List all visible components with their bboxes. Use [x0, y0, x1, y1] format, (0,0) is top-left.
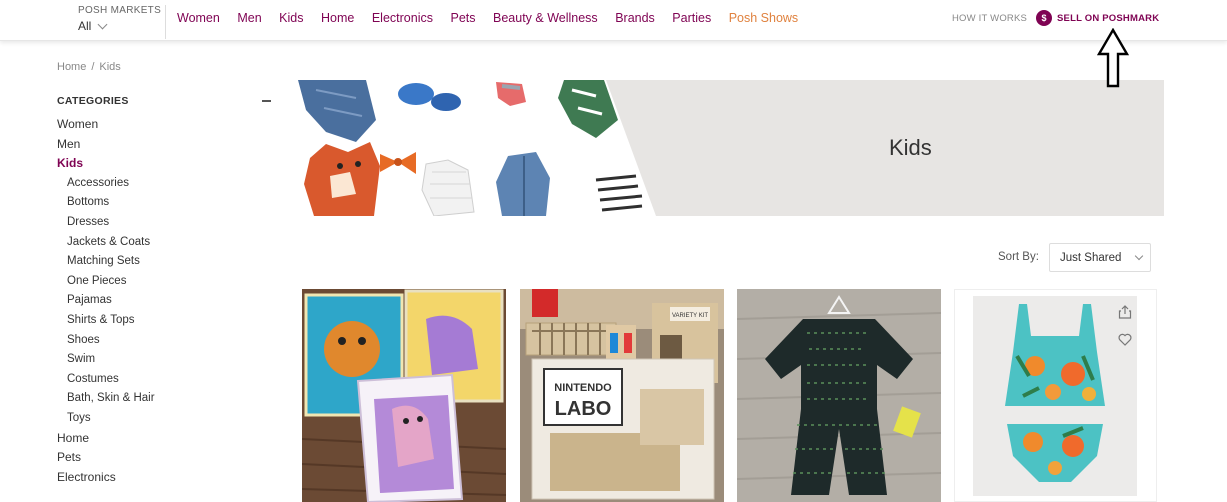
listing-card[interactable] [302, 289, 506, 502]
category-kids[interactable]: Kids [57, 154, 271, 174]
nav-beauty-wellness[interactable]: Beauty & Wellness [493, 11, 598, 25]
nav-home[interactable]: Home [321, 11, 354, 25]
category-women[interactable]: Women [57, 115, 271, 135]
banner-title: Kids [889, 135, 932, 160]
posh-markets-selector[interactable]: POSH MARKETS All [78, 5, 166, 39]
posh-markets-title: POSH MARKETS [78, 5, 162, 16]
top-header: POSH MARKETS All Women Men Kids Home Ele… [0, 0, 1227, 41]
chevron-down-icon [1134, 251, 1144, 261]
labo-box-text-top: NINTENDO [554, 382, 612, 394]
nav-kids[interactable]: Kids [279, 11, 303, 25]
subcategory-one-pieces[interactable]: One Pieces [57, 272, 271, 292]
how-it-works-link[interactable]: HOW IT WORKS [952, 13, 1027, 24]
nav-women[interactable]: Women [177, 11, 220, 25]
subcategory-costumes[interactable]: Costumes [57, 370, 271, 390]
breadcrumb-separator: / [91, 61, 95, 73]
nav-electronics[interactable]: Electronics [372, 11, 433, 25]
pajama-set-photo [737, 289, 941, 502]
labo-box-badge: VARIETY KIT [672, 313, 708, 319]
labo-box-text-main: LABO [555, 398, 612, 420]
sell-on-poshmark-button[interactable]: $ SELL ON POSHMARK [1036, 10, 1159, 26]
nav-pets[interactable]: Pets [450, 11, 475, 25]
breadcrumb: Home / Kids [57, 61, 126, 73]
category-pets[interactable]: Pets [57, 448, 271, 468]
nintendo-labo-box-photo: NINTENDO LABO VARIETY KIT [520, 289, 724, 502]
heart-icon[interactable] [1116, 330, 1134, 348]
listing-card[interactable]: NINTENDO LABO VARIETY KIT [520, 289, 724, 502]
chevron-down-icon [97, 19, 108, 29]
category-electronics[interactable]: Electronics [57, 468, 271, 488]
breadcrumb-current: Kids [99, 61, 121, 73]
floral-swimsuit-photo [973, 296, 1137, 496]
subcategory-bottoms[interactable]: Bottoms [57, 193, 271, 213]
subcategory-pajamas[interactable]: Pajamas [57, 291, 271, 311]
share-icon[interactable] [1116, 303, 1134, 321]
subcategory-toys[interactable]: Toys [57, 409, 271, 429]
sort-by-label: Sort By: [998, 251, 1039, 263]
up-arrow-icon [1096, 28, 1130, 88]
categories-title: CATEGORIES [57, 95, 129, 107]
nav-posh-shows[interactable]: Posh Shows [729, 11, 798, 25]
category-banner: Kids [296, 80, 1164, 216]
sort-selected-value: Just Shared [1060, 251, 1122, 264]
sell-on-poshmark-label: SELL ON POSHMARK [1057, 12, 1160, 24]
subcategory-bath-skin-hair[interactable]: Bath, Skin & Hair [57, 389, 271, 409]
dollar-icon: $ [1036, 10, 1052, 26]
category-home[interactable]: Home [57, 429, 271, 449]
sort-by-select[interactable]: Just Shared [1049, 243, 1151, 272]
subcategory-accessories[interactable]: Accessories [57, 174, 271, 194]
subcategory-shirts-tops[interactable]: Shirts & Tops [57, 311, 271, 331]
nav-parties[interactable]: Parties [672, 11, 711, 25]
nav-men[interactable]: Men [237, 11, 261, 25]
main-nav: Women Men Kids Home Electronics Pets Bea… [177, 11, 816, 25]
subcategory-swim[interactable]: Swim [57, 350, 271, 370]
category-sidebar: CATEGORIES Women Men Kids Accessories Bo… [57, 94, 271, 487]
puzzle-boards-photo [302, 289, 506, 502]
subcategory-jackets-coats[interactable]: Jackets & Coats [57, 233, 271, 253]
subcategory-matching-sets[interactable]: Matching Sets [57, 252, 271, 272]
minus-icon[interactable] [262, 100, 271, 102]
nav-brands[interactable]: Brands [615, 11, 655, 25]
breadcrumb-home[interactable]: Home [57, 61, 86, 73]
subcategory-shoes[interactable]: Shoes [57, 331, 271, 351]
posh-markets-value: All [78, 19, 92, 33]
kids-clothing-collage-image [296, 80, 656, 216]
listing-card[interactable] [954, 289, 1157, 502]
listing-card[interactable] [737, 289, 941, 502]
subcategory-dresses[interactable]: Dresses [57, 213, 271, 233]
category-men[interactable]: Men [57, 135, 271, 155]
